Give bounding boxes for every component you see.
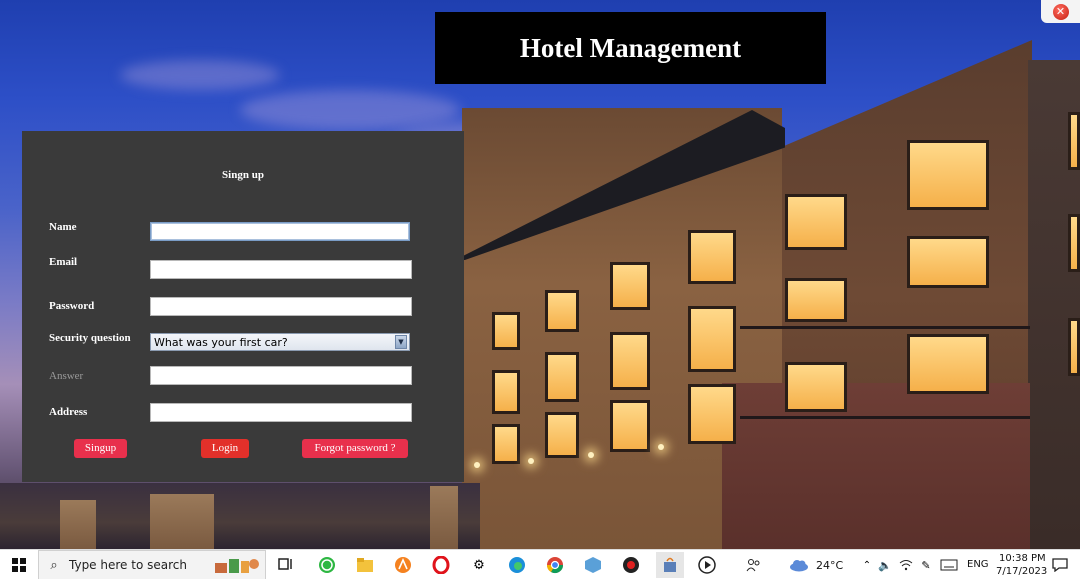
file-explorer-icon[interactable] bbox=[355, 555, 375, 575]
weather-temp[interactable]: 24°C bbox=[816, 559, 843, 572]
settings-gear-icon[interactable]: ⚙ bbox=[469, 555, 489, 575]
cloud-weather-icon bbox=[789, 555, 809, 575]
email-field[interactable] bbox=[150, 260, 412, 279]
app-orange-icon[interactable] bbox=[393, 555, 413, 575]
edge-icon[interactable] bbox=[507, 555, 527, 575]
speaker-icon[interactable]: 🔈 bbox=[875, 555, 895, 575]
app-title: Hotel Management bbox=[519, 32, 742, 63]
signup-heading: Singn up bbox=[222, 169, 264, 181]
clock-time[interactable]: 10:38 PM bbox=[999, 553, 1046, 564]
security-question-value: What was your first car? bbox=[154, 335, 288, 349]
address-label: Address bbox=[49, 406, 88, 418]
security-question-select[interactable]: What was your first car? ▼ bbox=[150, 333, 410, 351]
chevron-down-icon[interactable]: ▼ bbox=[395, 335, 407, 349]
app-title-banner: Hotel Management bbox=[435, 12, 826, 84]
task-view-icon[interactable] bbox=[276, 555, 296, 575]
search-highlight-icon[interactable] bbox=[212, 555, 262, 575]
wifi-icon[interactable] bbox=[896, 555, 916, 575]
security-question-label: Security question bbox=[49, 332, 131, 344]
email-label: Email bbox=[49, 256, 78, 268]
signup-button[interactable]: Singup bbox=[74, 439, 127, 458]
close-x-icon: ✕ bbox=[1052, 3, 1069, 20]
chevron-up-icon[interactable]: ⌃ bbox=[857, 555, 877, 575]
close-button[interactable]: ✕ bbox=[1041, 0, 1080, 23]
media-player-icon[interactable] bbox=[697, 555, 717, 575]
whatsapp-icon[interactable] bbox=[317, 555, 337, 575]
windows-taskbar: ⌕ Type here to search ⚙ 24°C ⌃ 🔈 ✎ ENG 1… bbox=[0, 549, 1080, 579]
keyboard-icon[interactable] bbox=[939, 555, 959, 575]
name-field[interactable] bbox=[150, 222, 410, 241]
people-icon[interactable] bbox=[744, 555, 764, 575]
windows-start-icon[interactable] bbox=[9, 555, 29, 575]
pen-icon[interactable]: ✎ bbox=[916, 555, 936, 575]
language-indicator[interactable]: ENG bbox=[967, 559, 989, 570]
answer-field[interactable] bbox=[150, 366, 412, 385]
answer-label: Answer bbox=[49, 370, 84, 382]
search-placeholder: Type here to search bbox=[69, 558, 187, 572]
chrome-icon[interactable] bbox=[545, 555, 565, 575]
password-label: Password bbox=[49, 300, 95, 312]
virtualbox-icon[interactable] bbox=[583, 555, 603, 575]
notification-icon[interactable] bbox=[1050, 555, 1070, 575]
opera-icon[interactable] bbox=[431, 555, 451, 575]
address-field[interactable] bbox=[150, 403, 412, 422]
password-field[interactable] bbox=[150, 297, 412, 316]
search-icon: ⌕ bbox=[50, 557, 58, 573]
name-label: Name bbox=[49, 221, 77, 233]
java-app-icon[interactable] bbox=[656, 552, 684, 578]
login-button[interactable]: Login bbox=[201, 439, 249, 458]
forgot-password-button[interactable]: Forgot password ? bbox=[302, 439, 408, 458]
record-icon[interactable] bbox=[621, 555, 641, 575]
signup-panel: Singn up Name Email Password Security qu… bbox=[22, 131, 464, 482]
clock-date[interactable]: 7/17/2023 bbox=[996, 566, 1047, 577]
